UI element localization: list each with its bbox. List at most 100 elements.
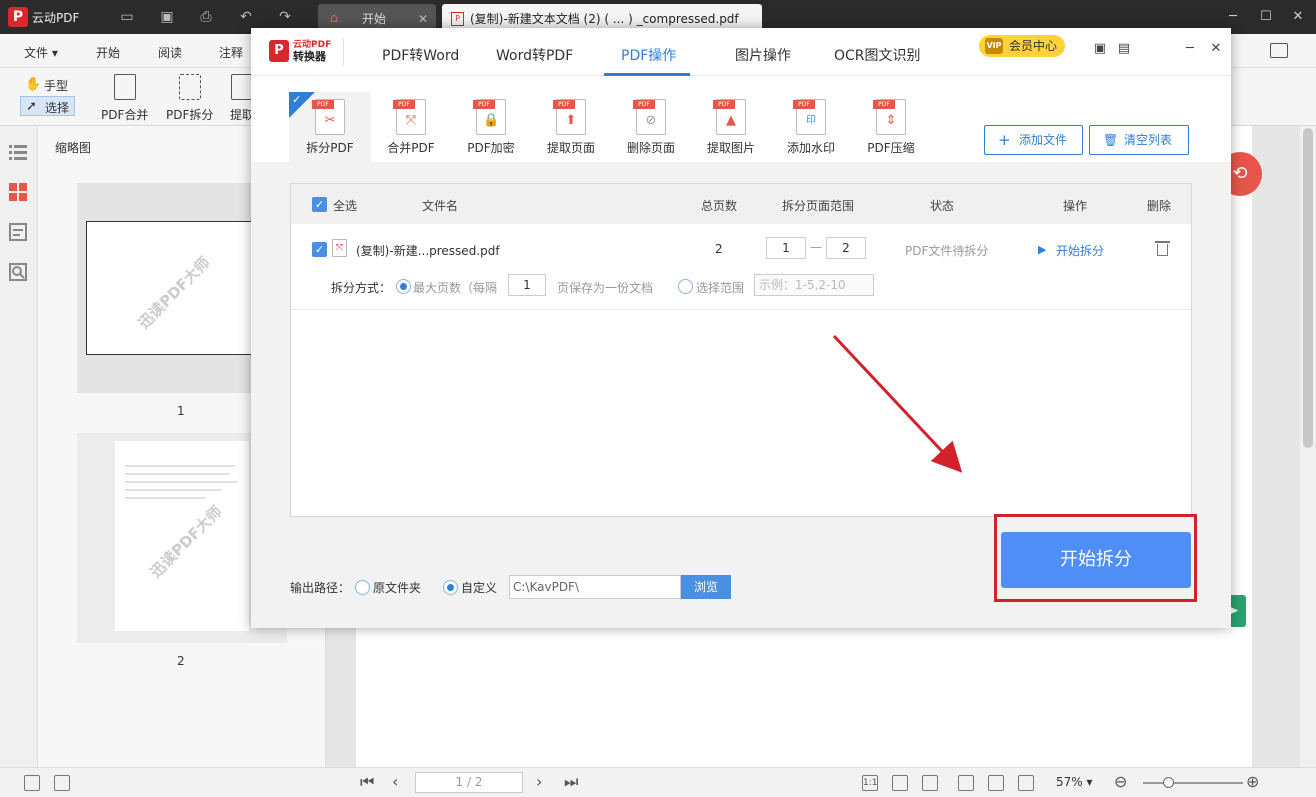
continuous-page-icon[interactable] xyxy=(988,775,1004,791)
tool-add-watermark[interactable]: PDF 印 添加水印 xyxy=(770,92,852,162)
row-delete-icon[interactable] xyxy=(1155,241,1170,256)
menu-read[interactable]: 阅读 xyxy=(158,44,182,61)
converter-logo-icon: P xyxy=(269,40,289,62)
add-file-button[interactable]: + 添加文件 xyxy=(984,125,1083,155)
next-page-icon[interactable]: › xyxy=(536,772,542,791)
zoom-out-icon[interactable]: ⊖ xyxy=(1114,772,1127,791)
tool-delete-pages[interactable]: PDF ⊘ 删除页面 xyxy=(610,92,692,162)
menu-file[interactable]: 文件 ▾ xyxy=(24,44,58,61)
fit-icon[interactable] xyxy=(892,775,908,791)
browse-button[interactable]: 浏览 xyxy=(681,575,731,599)
undo-icon[interactable]: ↶ xyxy=(237,8,255,26)
annotation-list-icon[interactable] xyxy=(8,222,28,242)
clear-list-label: 清空列表 xyxy=(1124,133,1173,147)
minimize-dialog-icon[interactable]: ─ xyxy=(1181,41,1199,57)
pdf-split-button[interactable]: PDF拆分 xyxy=(166,74,213,123)
hand-tool-button[interactable]: ✋ 手型 xyxy=(20,75,73,95)
save-icon[interactable]: ▣ xyxy=(158,8,176,26)
print-icon[interactable]: ⎙ xyxy=(197,8,215,26)
add-file-label: 添加文件 xyxy=(1019,133,1068,147)
pdf-merge-label: PDF合并 xyxy=(101,108,149,122)
header-status: 状态 xyxy=(930,199,955,213)
single-page-icon[interactable] xyxy=(958,775,974,791)
two-page-icon[interactable] xyxy=(1018,775,1034,791)
zoom-level[interactable]: 57% ▾ xyxy=(1056,775,1093,789)
last-page-icon[interactable]: ⏭ xyxy=(564,772,578,792)
tool-compress-pdf[interactable]: PDF ⇕ PDF压缩 xyxy=(850,92,932,162)
tool-merge-pdf[interactable]: PDF ⤧ 合并PDF xyxy=(370,92,452,162)
range-from-input[interactable]: 1 xyxy=(766,237,806,259)
output-path-input[interactable]: C:\KavPDF\ xyxy=(509,575,681,599)
tab-pdf-to-word[interactable]: PDF转Word xyxy=(382,45,459,65)
range-input[interactable]: 示例：1-5,2-10 xyxy=(754,274,874,296)
menu-annotate[interactable]: 注释 xyxy=(219,44,243,61)
maximize-icon[interactable]: ☐ xyxy=(1255,6,1277,28)
prev-page-icon[interactable]: ‹ xyxy=(392,772,398,791)
row-checkbox[interactable]: ✓ xyxy=(312,242,327,257)
vertical-scrollbar[interactable] xyxy=(1300,126,1316,767)
minimize-icon[interactable]: ─ xyxy=(1222,6,1244,28)
converter-logo-text: 云动PDF 转换器 xyxy=(293,40,332,63)
select-tool-button[interactable]: ➚ 选择 xyxy=(20,96,76,116)
thumbnail-icon[interactable] xyxy=(8,182,28,202)
clear-list-button[interactable]: 🗑 清空列表 xyxy=(1089,125,1189,155)
page-number-2: 2 xyxy=(177,654,185,668)
fit-page-icon[interactable] xyxy=(24,775,40,791)
page-number-1: 1 xyxy=(177,404,185,418)
pdf-operation-tools: ✓ PDF ✂ 拆分PDF PDF ⤧ 合并PDF PDF 🔒 PDF加密 PDF ⬆ … xyxy=(251,76,1231,162)
redo-icon[interactable]: ↷ xyxy=(276,8,294,26)
original-folder-radio[interactable] xyxy=(355,580,370,595)
highlight-box xyxy=(994,514,1197,602)
tool-extract-pages-label: 提取页面 xyxy=(546,141,595,155)
select-range-radio[interactable] xyxy=(678,279,693,294)
header-select-all[interactable]: 全选 xyxy=(333,197,357,214)
scrollbar-thumb[interactable] xyxy=(1303,128,1313,448)
max-pages-label: 最大页数（每隔 xyxy=(413,281,498,295)
tool-extract-images[interactable]: PDF ▲ 提取图片 xyxy=(690,92,772,162)
search-icon[interactable] xyxy=(8,262,28,282)
close-window-icon[interactable]: ✕ xyxy=(1287,6,1309,28)
tab-ocr[interactable]: OCR图文识别 xyxy=(834,45,921,65)
max-pages-suffix: 页保存为一份文档 xyxy=(557,281,654,295)
zoom-slider[interactable] xyxy=(1143,777,1243,788)
tool-delete-pages-label: 删除页面 xyxy=(626,141,675,155)
row-filename: (复制)-新建...pressed.pdf xyxy=(356,244,500,258)
menu-start[interactable]: 开始 xyxy=(96,44,120,61)
max-pages-radio[interactable] xyxy=(396,279,411,294)
message-icon[interactable]: ▤ xyxy=(1115,41,1133,57)
screen-icon[interactable]: ▣ xyxy=(1091,41,1109,57)
first-page-icon[interactable]: ⏮ xyxy=(360,772,374,792)
feedback-icon[interactable] xyxy=(1270,43,1288,58)
actual-size-icon[interactable]: 1:1 xyxy=(862,775,878,791)
extract-images-icon: PDF ▲ xyxy=(713,99,746,135)
plus-icon: + xyxy=(998,131,1011,149)
dialog-header: P 云动PDF 转换器 PDF转Word Word转PDF PDF操作 图片操作… xyxy=(251,28,1231,76)
tool-merge-pdf-label: 合并PDF xyxy=(387,141,435,155)
vip-center-button[interactable]: VIP 会员中心 xyxy=(979,35,1065,57)
tab-pdf-operations[interactable]: PDF操作 xyxy=(621,45,676,65)
tab-image-operations[interactable]: 图片操作 xyxy=(735,45,791,65)
pdf-merge-button[interactable]: PDF合并 xyxy=(101,74,148,123)
range-to-input[interactable]: 2 xyxy=(826,237,866,259)
merge-icon xyxy=(113,74,136,100)
tab-word-to-pdf[interactable]: Word转PDF xyxy=(496,45,573,65)
open-folder-icon[interactable]: ▭ xyxy=(118,8,136,26)
close-dialog-icon[interactable]: ✕ xyxy=(1207,41,1225,57)
zoom-in-icon[interactable]: ⊕ xyxy=(1246,772,1259,791)
max-pages-input[interactable]: 1 xyxy=(508,274,546,296)
lock-icon: PDF 🔒 xyxy=(473,99,506,135)
row-start-split-link[interactable]: 开始拆分 xyxy=(1056,242,1104,259)
play-icon[interactable]: ▶ xyxy=(1038,243,1046,256)
fullscreen-icon[interactable] xyxy=(922,775,938,791)
outline-icon[interactable] xyxy=(8,142,28,162)
page-indicator[interactable]: 1 / 2 xyxy=(415,772,523,793)
compress-icon: PDF ⇕ xyxy=(873,99,906,135)
tool-split-pdf[interactable]: ✓ PDF ✂ 拆分PDF xyxy=(289,92,371,162)
zoom-slider-knob[interactable] xyxy=(1163,777,1174,788)
tool-encrypt-pdf[interactable]: PDF 🔒 PDF加密 xyxy=(450,92,532,162)
fit-width-icon[interactable] xyxy=(54,775,70,791)
custom-folder-radio[interactable] xyxy=(443,580,458,595)
select-all-checkbox[interactable]: ✓ xyxy=(312,197,327,212)
tool-extract-pages[interactable]: PDF ⬆ 提取页面 xyxy=(530,92,612,162)
vip-icon: VIP xyxy=(985,38,1003,54)
